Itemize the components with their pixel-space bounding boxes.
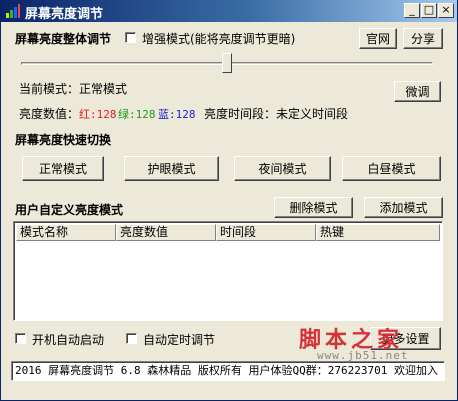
- autostart-label[interactable]: 开机自动启动: [32, 331, 104, 348]
- maximize-button[interactable]: □: [421, 3, 437, 18]
- time-period-label: 亮度时间段：未定义时间段: [204, 107, 349, 121]
- column-header-hotkey[interactable]: 热键: [316, 224, 440, 241]
- overall-brightness-title: 屏幕亮度整体调节: [15, 32, 112, 46]
- window-title: 屏幕亮度调节: [25, 7, 104, 22]
- title-bar[interactable]: 屏幕亮度调节 _ □ ×: [1, 0, 457, 22]
- minimize-button[interactable]: _: [404, 3, 420, 18]
- green-value: 绿:128: [118, 108, 156, 121]
- red-value: 红:128: [79, 108, 117, 121]
- auto-timer-label[interactable]: 自动定时调节: [143, 331, 215, 348]
- autostart-checkbox[interactable]: [15, 333, 26, 344]
- add-mode-button[interactable]: 添加模式: [364, 197, 443, 218]
- custom-modes-list[interactable]: 模式名称 亮度数值 时间段 热键: [13, 221, 443, 321]
- quick-switch-title: 屏幕亮度快速切换: [15, 133, 112, 147]
- custom-modes-title: 用户自定义亮度模式: [15, 203, 124, 217]
- close-button[interactable]: ×: [438, 3, 454, 18]
- status-bar: 2016 屏幕亮度调节 6.8 森林精品 版权所有 用户体验QQ群：276223…: [11, 361, 445, 381]
- share-button[interactable]: 分享: [403, 28, 443, 49]
- fine-tune-button[interactable]: 微调: [394, 81, 441, 102]
- brightness-value-prefix: 亮度数值：: [19, 107, 80, 121]
- enhance-mode-label[interactable]: 增强模式(能将亮度调节更暗): [142, 30, 295, 47]
- delete-mode-button[interactable]: 删除模式: [274, 197, 353, 218]
- brightness-slider-thumb[interactable]: [222, 53, 232, 73]
- eye-care-mode-button[interactable]: 护眼模式: [124, 156, 219, 181]
- blue-value: 蓝:128: [158, 108, 196, 121]
- app-window: 屏幕亮度调节 _ □ × 屏幕亮度整体调节 增强模式(能将亮度调节更暗) 官网 …: [0, 0, 458, 401]
- brightness-bars-icon: [6, 4, 20, 18]
- column-header-time-period[interactable]: 时间段: [216, 224, 316, 241]
- day-mode-button[interactable]: 白昼模式: [342, 156, 441, 181]
- normal-mode-button[interactable]: 正常模式: [22, 156, 104, 181]
- night-mode-button[interactable]: 夜间模式: [234, 156, 331, 181]
- enhance-mode-checkbox[interactable]: [125, 32, 136, 43]
- column-header-brightness[interactable]: 亮度数值: [116, 224, 216, 241]
- official-site-button[interactable]: 官网: [359, 28, 397, 49]
- current-mode-label: 当前模式：正常模式: [19, 82, 128, 96]
- auto-timer-checkbox[interactable]: [126, 333, 137, 344]
- column-header-mode-name[interactable]: 模式名称: [16, 224, 116, 241]
